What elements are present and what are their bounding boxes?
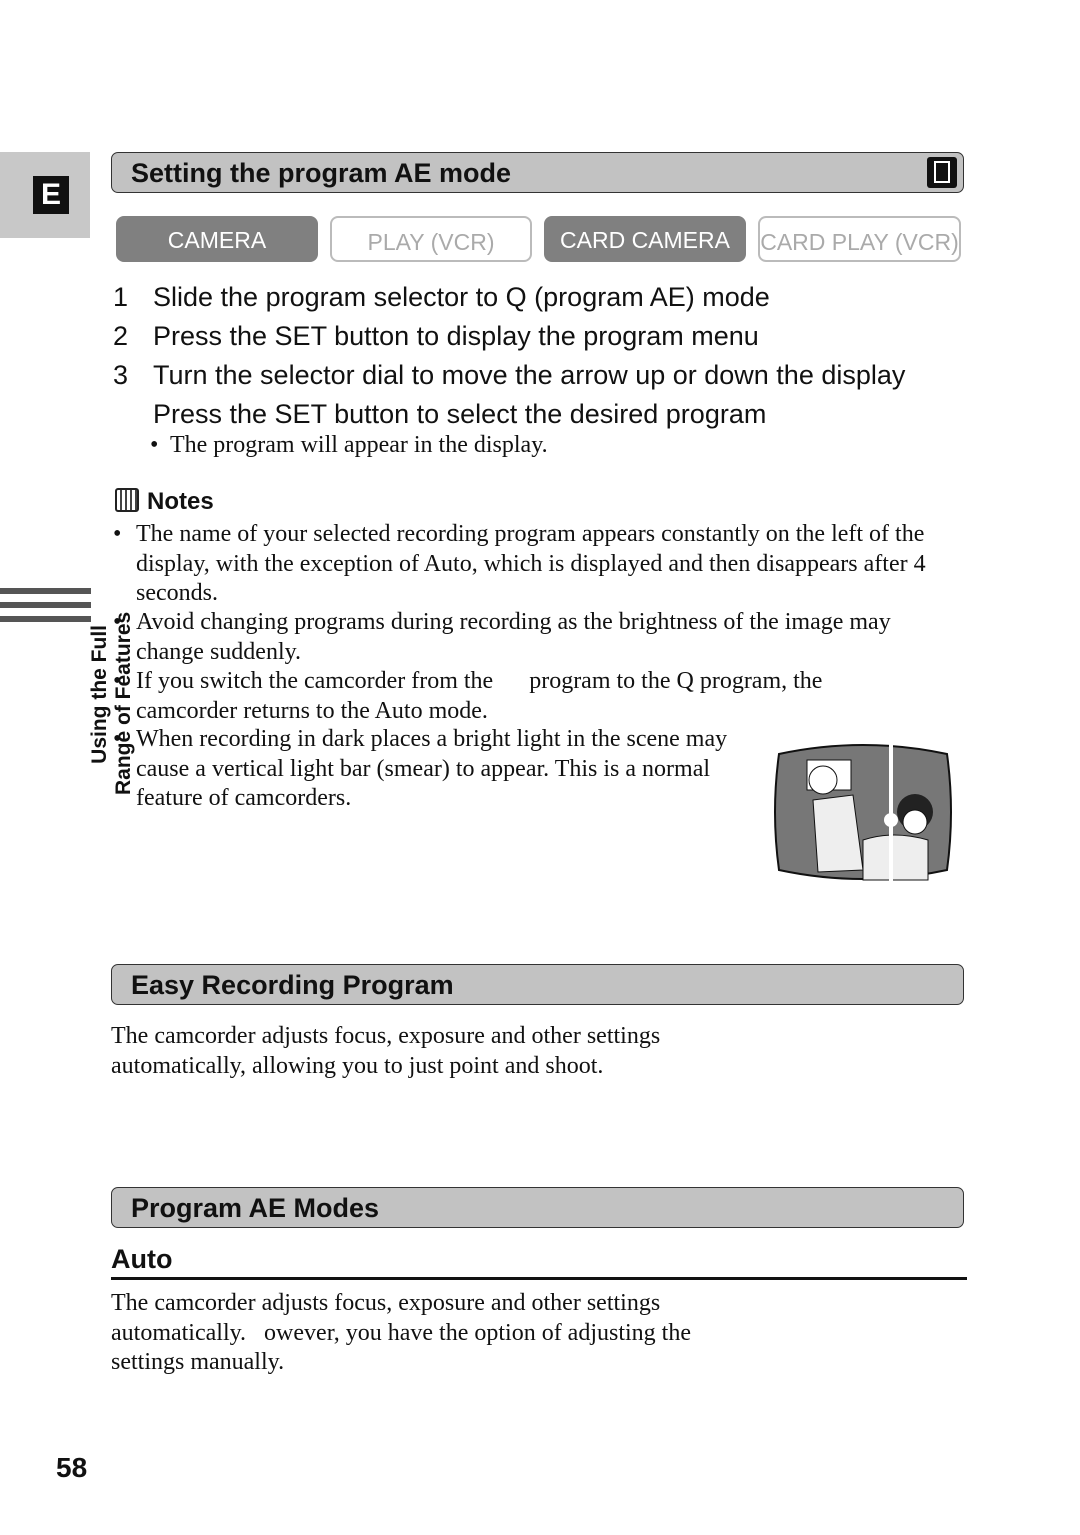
mode-card-play-vcr: CARD PLAY (VCR) [758,216,961,262]
mode-camera: CAMERA [116,216,318,262]
easy-recording-text: The camcorder adjusts focus, exposure an… [111,1023,661,1079]
notes-heading: Notes [115,488,214,516]
step-text: Press the SET button to display the prog… [153,321,759,351]
section-header-setting: Setting the program AE mode [111,152,964,193]
step-1: 1 Slide the program selector to Q (progra… [113,282,770,313]
step-note: • The program will appear in the display… [150,432,548,458]
note-text: Avoid changing programs during recording… [136,609,891,665]
page-number: 58 [56,1452,88,1483]
side-rule [0,588,91,594]
side-rule [0,602,91,608]
manual-page: E Using the Full Range of Features Setti… [0,0,1080,1535]
note-text: The name of your selected recording prog… [136,521,926,606]
side-label-line: Using the Full [88,625,111,764]
section-tab: E [0,152,90,238]
section-header-program-ae-modes: Program AE Modes [111,1187,964,1228]
camcorder-card-icon [927,157,957,188]
step-text: Press the SET button to select the desir… [153,399,767,429]
step-number: 3 [113,360,129,390]
auto-subheading: Auto [111,1244,967,1280]
section-tab-letter: E [33,176,69,214]
note-text: If you switch the camcorder from the pro… [136,668,829,724]
step-2: 2 Press the SET button to display the pro… [113,321,759,352]
step-number: 2 [113,321,129,351]
notes-icon [115,488,139,512]
note-item: • When recording in dark places a bright … [113,725,733,814]
note-text: When recording in dark places a bright l… [136,726,728,811]
mode-card-camera: CARD CAMERA [544,216,746,262]
section-title: Program AE Modes [131,1193,380,1223]
section-title: Setting the program AE mode [131,158,512,188]
section-header-easy-recording: Easy Recording Program [111,964,964,1005]
mode-play-vcr: PLAY (VCR) [330,216,532,262]
side-rule [0,616,91,622]
note-item: • Avoid changing programs during recordin… [113,608,953,667]
step-number: 1 [113,282,129,312]
smear-illustration [773,740,953,884]
step-note-text: The program will appear in the display. [169,432,548,458]
step-text: Turn the selector dial to move the arrow… [153,360,906,390]
note-item: • The name of your selected recording pro… [113,520,953,609]
notes-title: Notes [147,488,214,515]
note-item: • If you switch the camcorder from the pr… [113,667,903,726]
step-text: Slide the program selector to Q (program… [153,282,770,312]
section-title: Easy Recording Program [131,970,454,1000]
step-3b: Press the SET button to select the desir… [113,399,766,430]
auto-text: The camcorder adjusts focus, exposure an… [111,1290,697,1375]
step-3: 3 Turn the selector dial to move the arro… [113,360,905,391]
